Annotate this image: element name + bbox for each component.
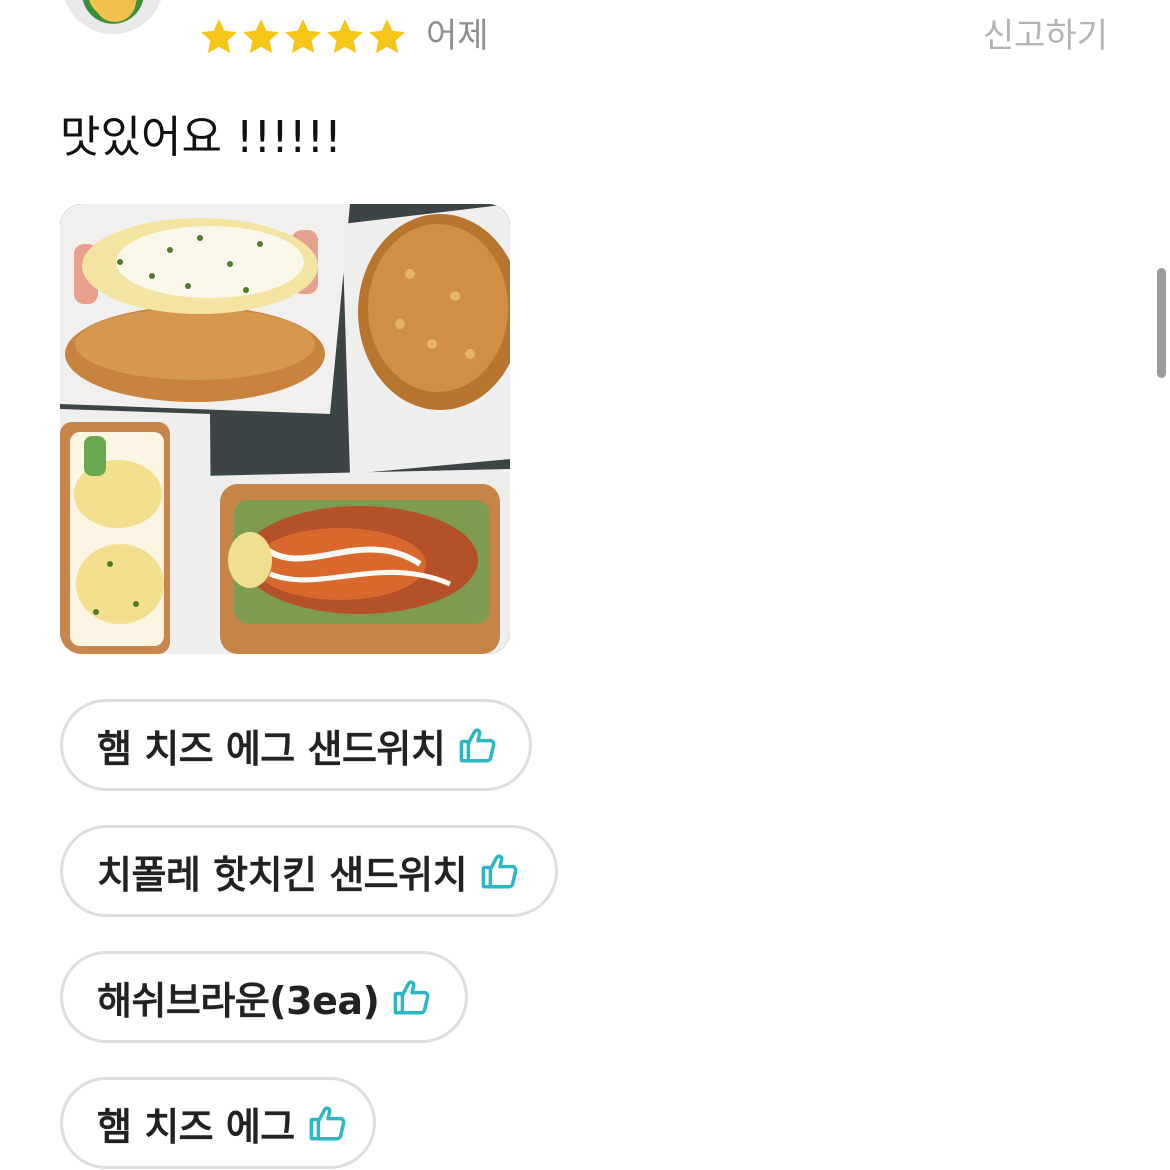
menu-tag[interactable]: 햄 치즈 에그 [60, 1077, 376, 1169]
menu-tag-label: 해쉬브라운(3ea) [97, 978, 380, 1023]
scrollbar-thumb[interactable] [1157, 268, 1166, 378]
sandwich-photo-illustration [60, 204, 510, 654]
star-icon [201, 19, 237, 54]
star-icon [369, 19, 405, 54]
thumbs-up-icon [309, 1106, 346, 1141]
menu-tag[interactable]: 햄 치즈 에그 샌드위치 [60, 699, 532, 791]
star-icon [327, 19, 363, 54]
menu-tag-label: 햄 치즈 에그 [97, 1104, 295, 1149]
review-screen: 어제 신고하기 맛있어요 !!!!!! 햄 치즈 에그 샌드위치 치폴레 핫치킨… [0, 0, 1170, 1170]
user-avatar[interactable] [62, 0, 164, 34]
review-date: 어제 [426, 16, 489, 56]
thumbs-up-icon [481, 854, 518, 889]
menu-tag-label: 햄 치즈 에그 샌드위치 [97, 726, 446, 771]
review-text: 맛있어요 !!!!!! [60, 112, 342, 163]
menu-tag[interactable]: 치폴레 핫치킨 샌드위치 [60, 825, 558, 917]
review-photo[interactable] [60, 204, 510, 654]
menu-tag[interactable]: 해쉬브라운(3ea) [60, 951, 468, 1043]
star-icon [243, 19, 279, 54]
thumbs-up-icon [459, 728, 496, 763]
star-rating [198, 16, 408, 58]
avatar-face [94, 0, 136, 22]
menu-tag-label: 치폴레 핫치킨 샌드위치 [97, 852, 468, 897]
star-icon [285, 19, 321, 54]
report-button[interactable]: 신고하기 [983, 14, 1108, 58]
thumbs-up-icon [394, 980, 430, 1015]
